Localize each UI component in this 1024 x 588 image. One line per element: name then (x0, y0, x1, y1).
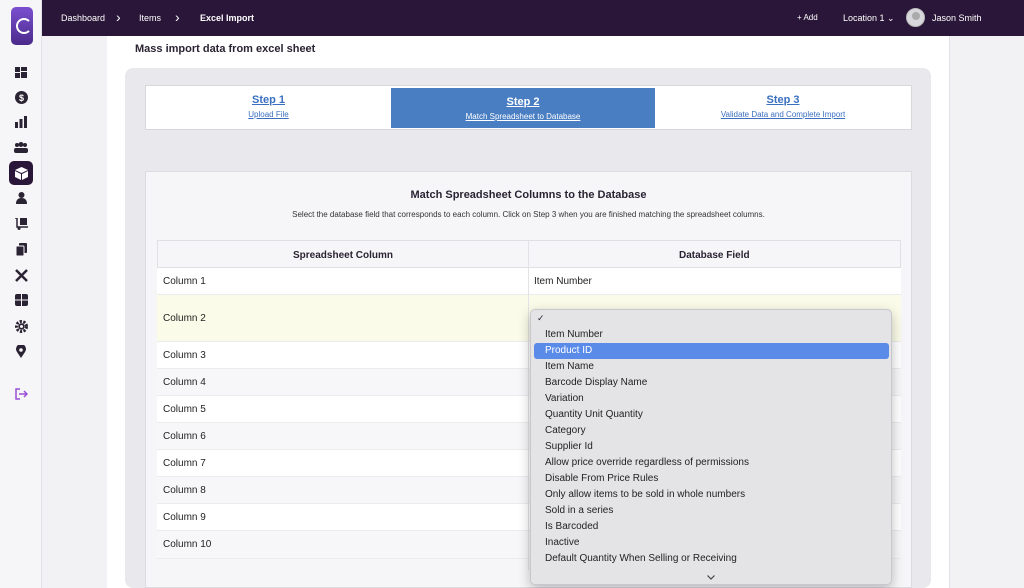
dropdown-option[interactable]: Variation (534, 391, 889, 407)
dropdown-option[interactable]: Default Quantity When Selling or Receivi… (534, 551, 889, 567)
step-1[interactable]: Step 1 Upload File (146, 86, 391, 129)
breadcrumb-dashboard[interactable]: Dashboard (61, 13, 105, 23)
check-icon: ✓ (537, 313, 545, 323)
step-2-subtitle[interactable]: Match Spreadsheet to Database (391, 112, 655, 121)
svg-text:$: $ (18, 93, 23, 103)
dashboard-icon[interactable] (12, 63, 30, 81)
step-1-title[interactable]: Step 1 (146, 94, 391, 106)
dropdown-option[interactable]: Supplier Id (534, 439, 889, 455)
step-3-title[interactable]: Step 3 (655, 94, 911, 106)
dropdown-option[interactable]: Item Number (534, 327, 889, 343)
step-3-subtitle[interactable]: Validate Data and Complete Import (655, 110, 911, 119)
avatar[interactable] (906, 8, 925, 27)
right-gutter (949, 36, 1024, 588)
step-3[interactable]: Step 3 Validate Data and Complete Import (655, 86, 911, 129)
step-2[interactable]: Step 2 Match Spreadsheet to Database (391, 88, 655, 128)
header-spreadsheet-column: Spreadsheet Column (293, 250, 394, 261)
dropdown-option[interactable]: Quantity Unit Quantity (534, 407, 889, 423)
dollar-icon[interactable]: $ (12, 88, 30, 106)
dropdown-option[interactable]: Category (534, 423, 889, 439)
row-column: Column 8 (163, 485, 206, 496)
step-1-subtitle[interactable]: Upload File (146, 110, 391, 119)
top-bar: Dashboard › Items › Excel Import + Add L… (42, 0, 1024, 36)
card-title: Match Spreadsheet Columns to the Databas… (410, 189, 647, 201)
logout-icon[interactable] (12, 385, 30, 403)
dropdown-option[interactable]: Sold in a series (534, 503, 889, 519)
header-database-field: Database Field (679, 250, 750, 261)
row-column: Column 5 (163, 404, 206, 415)
column-divider (528, 240, 529, 570)
location-selector[interactable]: Location 1 ⌄ (843, 13, 895, 24)
database-field-dropdown[interactable]: ✓ Item Number Product ID Item Name Barco… (530, 309, 892, 585)
table-header: Spreadsheet Column Database Field (157, 240, 901, 268)
row-field[interactable]: Item Number (534, 276, 592, 287)
box-icon[interactable] (9, 161, 33, 185)
gear-icon[interactable] (12, 317, 30, 335)
dropdown-option[interactable]: Allow price override regardless of permi… (534, 455, 889, 471)
dropdown-option[interactable]: Inactive (534, 535, 889, 551)
row-column: Column 3 (163, 350, 206, 361)
step-navigation: Step 1 Upload File Step 2 Match Spreadsh… (145, 85, 912, 130)
dropdown-option[interactable]: Is Barcoded (534, 519, 889, 535)
step-2-title[interactable]: Step 2 (391, 96, 655, 108)
user-name[interactable]: Jason Smith (932, 13, 982, 23)
chevron-right-icon: › (175, 9, 180, 25)
row-column: Column 4 (163, 377, 206, 388)
chevron-right-icon: › (116, 9, 121, 25)
page-title: Mass import data from excel sheet (135, 43, 316, 55)
location-pin-icon[interactable] (12, 342, 30, 360)
breadcrumb-items[interactable]: Items (139, 13, 161, 23)
people-icon[interactable] (12, 138, 30, 156)
table-row: Column 1 Item Number (157, 268, 901, 295)
row-column: Column 2 (163, 313, 206, 324)
dropdown-option[interactable]: Only allow items to be sold in whole num… (534, 487, 889, 503)
dropdown-option[interactable]: Disable From Price Rules (534, 471, 889, 487)
card-subtitle: Select the database field that correspon… (292, 210, 765, 219)
row-column: Column 7 (163, 458, 206, 469)
row-column: Column 10 (163, 539, 212, 550)
app-logo[interactable] (11, 7, 33, 45)
dropdown-option[interactable]: Barcode Display Name (534, 375, 889, 391)
chevron-down-icon[interactable] (707, 572, 715, 582)
row-column: Column 6 (163, 431, 206, 442)
row-column: Column 9 (163, 512, 206, 523)
breadcrumb-excel-import: Excel Import (200, 13, 255, 23)
dolly-icon[interactable] (12, 215, 30, 233)
row-column: Column 1 (163, 276, 206, 287)
user-icon[interactable] (12, 189, 30, 207)
copy-icon[interactable] (12, 240, 30, 258)
tools-icon[interactable] (12, 266, 30, 284)
chart-icon[interactable] (12, 113, 30, 131)
calculator-icon[interactable] (12, 291, 30, 309)
sidebar: $ (0, 0, 42, 588)
dropdown-option-selected[interactable]: Product ID (534, 343, 889, 359)
dropdown-option[interactable]: Item Name (534, 359, 889, 375)
add-button[interactable]: + Add (797, 13, 818, 22)
